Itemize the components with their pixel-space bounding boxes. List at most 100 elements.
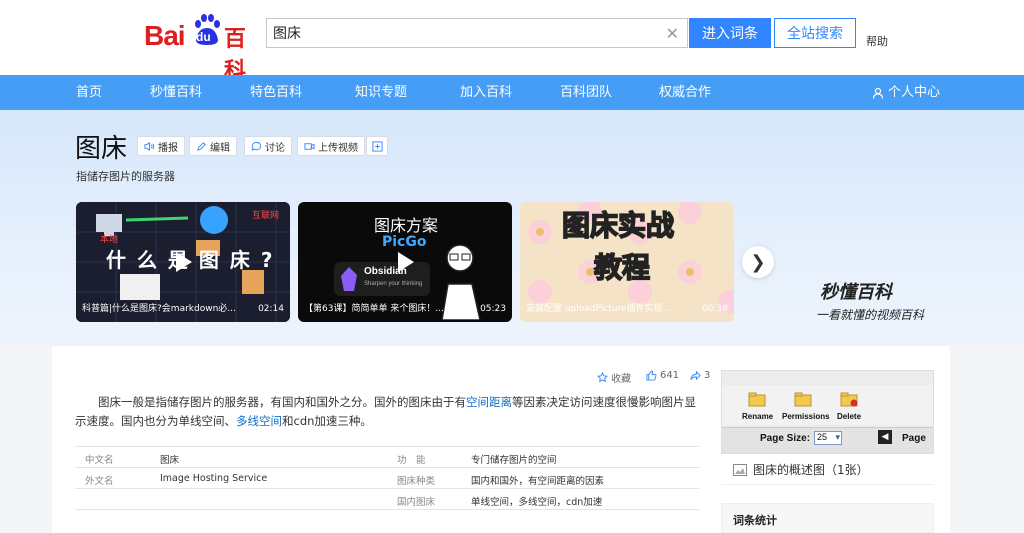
search-input[interactable] — [267, 19, 659, 47]
like-button[interactable]: 641 — [646, 370, 679, 381]
user-center-link[interactable]: 个人中心 — [872, 75, 940, 110]
favorite-button[interactable]: 收藏 — [597, 370, 631, 385]
delete-label: Delete — [837, 412, 862, 421]
page-size-select: 25 ▾ — [814, 431, 842, 445]
obsidian-sub: Sharpen your thinking — [364, 281, 423, 287]
permissions-folder-icon — [794, 392, 812, 407]
user-icon — [872, 87, 884, 99]
edit-label: 编辑 — [210, 142, 230, 154]
video-3-overlay-2: 教程 — [593, 250, 651, 285]
info-label: 中文名 — [85, 455, 114, 466]
play-icon — [398, 252, 414, 272]
discuss-button[interactable]: 讨论 — [244, 136, 292, 156]
nav-item-topics[interactable]: 知识专题 — [355, 75, 407, 110]
page-prev-icon: ◀ — [878, 430, 892, 444]
page-title: 图床 — [75, 134, 128, 164]
nav-item-featured[interactable]: 特色百科 — [250, 75, 302, 110]
page-size-value: 25 — [817, 432, 828, 442]
album-caption-link[interactable]: 图床的概述图（1张） — [721, 455, 934, 485]
chevron-right-icon: ❯ — [750, 251, 766, 273]
upload-video-label: 上传视频 — [318, 142, 358, 154]
search-all-button[interactable]: 全站搜索 — [774, 18, 856, 48]
thumbs-up-icon — [646, 370, 657, 381]
share-count: 3 — [704, 370, 711, 381]
nav-item-miaodong[interactable]: 秒懂百科 — [150, 75, 202, 110]
broadcast-label: 播报 — [158, 142, 178, 154]
carousel-next-button[interactable]: ❯ — [742, 246, 774, 278]
chevron-down-icon: ▾ — [835, 432, 840, 442]
info-row: 外文名 Image Hosting Service 图床种类 国内和国外，有空间… — [75, 468, 699, 489]
share-icon — [690, 370, 701, 381]
discuss-label: 讨论 — [265, 142, 285, 154]
user-center-label: 个人中心 — [888, 85, 941, 100]
miaodong-slogan: 一看就懂的视频百科 — [816, 308, 925, 322]
plus-icon — [371, 140, 383, 152]
lemma-summary: 图床一般是指储存图片的服务器，有国内和国外之分。国外的图床由于有空间距离等因素决… — [75, 393, 701, 431]
info-value: 图床 — [160, 455, 180, 466]
share-button[interactable]: 3 — [690, 370, 710, 381]
video-3-overlay: 图床实战 — [561, 208, 675, 243]
logo-bai-text: Bai — [144, 20, 186, 51]
obsidian-badge: Obsidian Sharpen your thinking — [334, 262, 430, 296]
video-3-caption: 安装配置 uploadPicture插件实现... — [526, 304, 672, 314]
page-size-label: Page Size: — [760, 433, 811, 444]
nav-item-home[interactable]: 首页 — [76, 75, 102, 110]
add-button[interactable] — [366, 136, 388, 156]
video-card-3[interactable]: 图床实战 教程 安装配置 uploadPicture插件实现... 00:38 — [520, 202, 734, 322]
info-value: 单线空间，多线空间，cdn加速 — [471, 497, 603, 508]
album-cover-image[interactable]: Rename Permissions Delete Page Size: 25 ▾… — [721, 370, 934, 454]
video-icon — [304, 142, 315, 150]
link-multiline-space[interactable]: 多线空间 — [236, 414, 282, 428]
enter-lemma-button[interactable]: 进入词条 — [689, 18, 771, 48]
upload-video-button[interactable]: 上传视频 — [297, 136, 365, 156]
delete-folder-icon — [840, 392, 858, 407]
chat-icon — [251, 141, 262, 151]
info-label: 图床种类 — [397, 476, 436, 487]
main-nav: 首页 秒懂百科 特色百科 知识专题 加入百科 百科团队 权威合作 个人中心 — [0, 75, 1024, 110]
video-1-duration: 02:14 — [258, 304, 284, 314]
edit-button[interactable]: 编辑 — [189, 136, 237, 156]
like-count: 641 — [660, 370, 680, 381]
page-label: Page — [902, 433, 926, 444]
video-2-caption: 【第63课】简简单单 来个图床！... — [304, 304, 444, 314]
play-icon — [176, 252, 192, 272]
page-gutter-left — [0, 346, 52, 533]
favorite-label: 收藏 — [611, 374, 631, 385]
nav-item-partners[interactable]: 权威合作 — [659, 75, 711, 110]
clear-icon[interactable]: ✕ — [666, 24, 679, 43]
info-value: Image Hosting Service — [160, 473, 268, 484]
video-2-overlay-sub: PicGo — [382, 234, 427, 250]
video-2-overlay-title: 图床方案 — [374, 216, 439, 235]
rename-folder-icon — [748, 392, 766, 407]
link-space-distance[interactable]: 空间距离 — [466, 395, 512, 409]
logo-du-text: du — [196, 30, 211, 44]
info-value: 专门储存图片的空间 — [471, 455, 557, 466]
image-gallery-icon — [733, 463, 747, 476]
info-label: 外文名 — [85, 476, 114, 487]
info-label: 功 能 — [397, 455, 426, 466]
nav-item-join[interactable]: 加入百科 — [460, 75, 512, 110]
permissions-label: Permissions — [782, 412, 830, 421]
rename-label: Rename — [742, 412, 774, 421]
summary-text-1: 图床一般是指储存图片的服务器，有国内和国外之分。国外的图床由于有 — [98, 395, 466, 409]
page-gutter-right — [950, 346, 1024, 533]
help-link[interactable]: 帮助 — [866, 33, 888, 49]
pencil-icon — [197, 141, 206, 151]
video-card-2[interactable]: 图床方案 PicGo Obsidian Sharpen your thinkin… — [298, 202, 512, 322]
summary-text-3: 和cdn加速三种。 — [282, 414, 372, 428]
video-card-1[interactable]: 互联网 本地 什 么 是 图 床 ? 科普篇|什么是图床?会markdown必.… — [76, 202, 290, 322]
video-1-caption: 科普篇|什么是图床?会markdown必... — [82, 304, 236, 314]
speaker-icon — [144, 141, 155, 151]
miaodong-brand: 秒懂百科 — [820, 282, 892, 303]
video-2-duration: 05:23 — [480, 304, 506, 314]
album-caption-text: 图床的概述图（1张） — [753, 463, 869, 477]
broadcast-button[interactable]: 播报 — [137, 136, 185, 156]
star-icon — [597, 372, 608, 383]
lemma-subtitle: 指储存图片的服务器 — [76, 170, 175, 183]
nav-item-team[interactable]: 百科团队 — [560, 75, 612, 110]
svg-text:互联网: 互联网 — [252, 210, 279, 221]
search-box: ✕ — [266, 18, 688, 48]
info-row: 中文名 图床 功 能 专门储存图片的空间 — [75, 447, 699, 468]
info-value: 国内和国外，有空间距离的因素 — [471, 476, 605, 487]
video-3-duration: 00:38 — [702, 304, 728, 314]
